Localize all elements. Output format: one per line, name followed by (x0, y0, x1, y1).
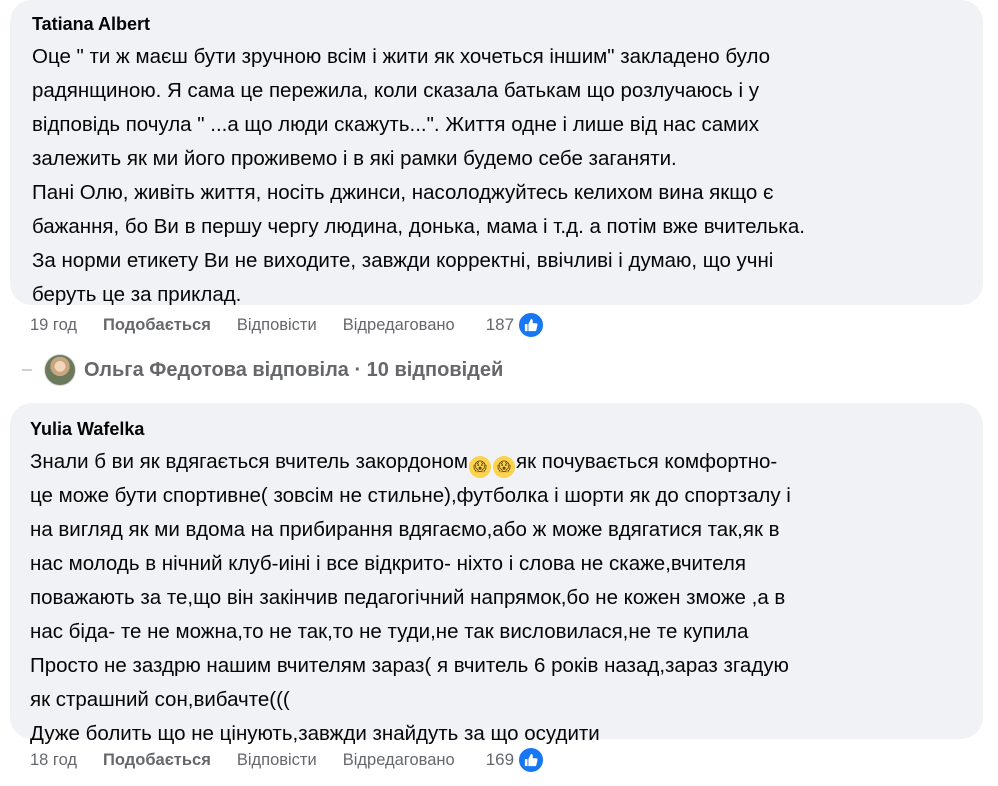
edited-label[interactable]: Відредаговано (343, 316, 455, 335)
view-replies-link[interactable]: Ольга Федотова відповіла · 10 відповідей (22, 350, 503, 390)
comment-author[interactable]: Tatiana Albert (32, 11, 963, 37)
comment-actions: 18 год Подобається Відповісти Відредагов… (30, 745, 546, 775)
comment-line: нас молодь в нічний клуб-иіні і все відк… (30, 552, 746, 575)
comment-line: За норми етикету Ви не виходите, завжди … (32, 249, 774, 272)
comment-line-part: як почувається комфортно- (516, 450, 778, 473)
reaction-count: 187 (485, 315, 515, 334)
like-button[interactable]: Подобається (103, 751, 211, 770)
comment-actions: 19 год Подобається Відповісти Відредагов… (30, 310, 546, 340)
comment-line: залежить як ми його проживемо і в які ра… (32, 147, 677, 170)
comment-timestamp[interactable]: 19 год (30, 316, 77, 335)
comment-line: беруть це за приклад. (32, 283, 242, 306)
reaction-summary[interactable]: 187 (485, 311, 546, 339)
comment-line: нас біда- те не можна,то не так,то не ту… (30, 620, 749, 643)
comment-author[interactable]: Yulia Wafelka (30, 416, 963, 442)
comment-line: поважають за те,що він закінчив педагогі… (30, 586, 786, 609)
comment-line: на вигляд як ми вдома на прибирання вдяг… (30, 518, 780, 541)
avatar (44, 354, 76, 386)
reaction-count: 169 (485, 750, 515, 769)
comment-line-part: Знали б ви як вдягається вчитель закордо… (30, 450, 469, 473)
scared-face-emoji-icon: 😱 (493, 456, 516, 478)
scared-face-emoji-icon: 😱 (469, 456, 492, 478)
thread-connector (22, 369, 32, 371)
comment-line: Пані Олю, живіть життя, носіть джинси, н… (32, 181, 774, 204)
comment-line: як страшний сон,вибачте((( (30, 688, 290, 711)
comment-line: це може бути спортивне( зовсім не стильн… (30, 484, 791, 507)
like-button[interactable]: Подобається (103, 316, 211, 335)
replies-summary-text: Ольга Федотова відповіла · 10 відповідей (84, 358, 504, 381)
comment-line: Знали б ви як вдягається вчитель закордо… (30, 445, 963, 479)
comment-bubble: Yulia Wafelka Знали б ви як вдягається в… (10, 403, 983, 745)
comment-bubble: Tatiana Albert Оце " ти ж маєш бути зруч… (10, 0, 983, 306)
reply-button[interactable]: Відповісти (237, 751, 317, 770)
reaction-summary[interactable]: 169 (485, 746, 546, 774)
comment-timestamp[interactable]: 18 год (30, 751, 77, 770)
comment-line: Оце " ти ж маєш бути зручною всім і жити… (32, 45, 771, 68)
comment-line: Просто не заздрю нашим вчителям зараз( я… (30, 654, 789, 677)
comment-line: радянщиною. Я сама це пережила, коли ска… (32, 79, 760, 102)
thumbs-up-icon (517, 311, 546, 339)
comment-text: Знали б ви як вдягається вчитель закордо… (30, 445, 963, 751)
edited-label[interactable]: Відредаговано (343, 751, 455, 770)
reply-button[interactable]: Відповісти (237, 316, 317, 335)
comment-text: Оце " ти ж маєш бути зручною всім і жити… (32, 40, 963, 312)
comment-line: бажання, бо Ви в першу чергу людина, дон… (32, 215, 805, 238)
thumbs-up-icon (517, 746, 546, 774)
comment-line: відповідь почула " ...а що люди скажуть.… (32, 113, 759, 136)
